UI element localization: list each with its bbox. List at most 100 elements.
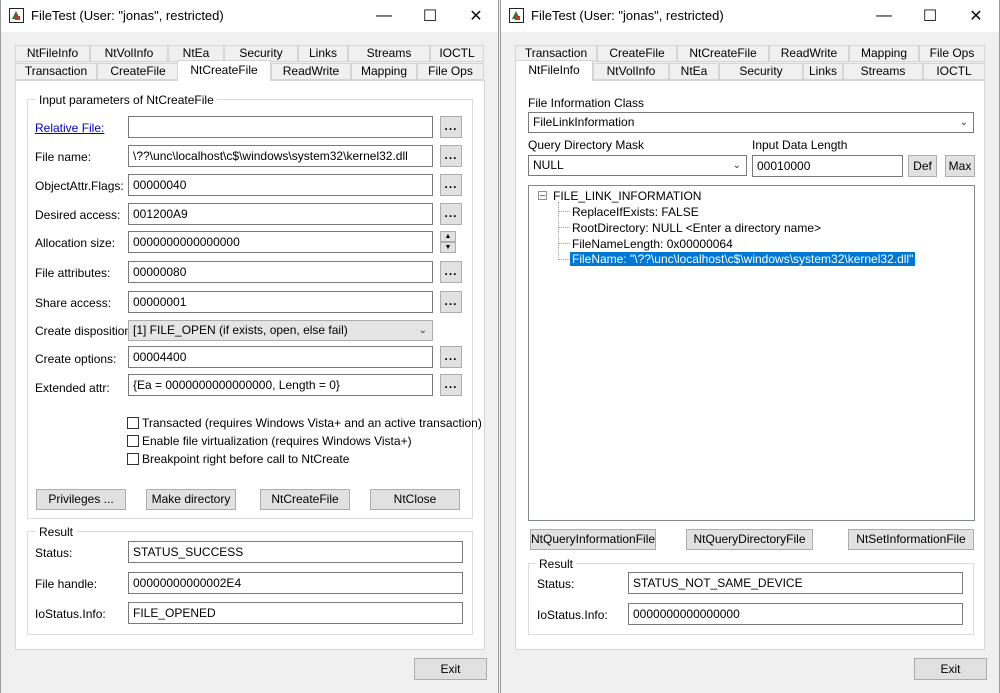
- tab-ntea[interactable]: NtEa: [669, 63, 719, 80]
- desired-access-label: Desired access:: [35, 208, 121, 222]
- input-length-input[interactable]: 00010000: [752, 155, 903, 177]
- file-attributes-input[interactable]: 00000080: [128, 261, 433, 283]
- tree-item-root-directory[interactable]: RootDirectory: NULL <Enter a directory n…: [572, 221, 821, 235]
- close-icon[interactable]: ✕: [953, 0, 999, 32]
- tab-links[interactable]: Links: [298, 45, 348, 62]
- file-info-tree[interactable]: – FILE_LINK_INFORMATION ReplaceIfExists:…: [528, 185, 975, 521]
- iostatus-info-label: IoStatus.Info:: [537, 608, 608, 622]
- transacted-label: Transacted (requires Windows Vista+ and …: [142, 416, 482, 430]
- iostatus-info-value: FILE_OPENED: [128, 602, 463, 624]
- objattr-flags-button[interactable]: ...: [440, 174, 462, 196]
- tab-file-ops[interactable]: File Ops: [417, 63, 484, 80]
- status-label: Status:: [537, 577, 575, 591]
- tab-ntvolinfo[interactable]: NtVolInfo: [593, 63, 669, 80]
- privileges-button[interactable]: Privileges ...: [36, 489, 126, 510]
- extended-attr-button[interactable]: ...: [440, 374, 462, 396]
- share-access-button[interactable]: ...: [440, 291, 462, 313]
- tab-panel: File Information Class FileLinkInformati…: [515, 80, 985, 650]
- file-handle-value: 00000000000002E4: [128, 572, 463, 594]
- tab-streams[interactable]: Streams: [348, 45, 430, 62]
- tab-ntcreatefile[interactable]: NtCreateFile: [677, 45, 769, 62]
- chevron-down-icon: ⌄: [418, 325, 427, 336]
- query-mask-label: Query Directory Mask: [528, 138, 645, 152]
- spin-down-icon[interactable]: ▼: [440, 242, 456, 253]
- relative-file-link[interactable]: Relative File:: [35, 121, 104, 135]
- file-info-class-label: File Information Class: [528, 96, 645, 110]
- tab-ioctl[interactable]: IOCTL: [430, 45, 484, 62]
- tree-item-file-name-length[interactable]: FileNameLength: 0x00000064: [572, 237, 733, 251]
- spin-up-icon[interactable]: ▲: [440, 231, 456, 242]
- file-info-class-value: FileLinkInformation: [533, 115, 635, 129]
- file-attributes-button[interactable]: ...: [440, 261, 462, 283]
- max-button[interactable]: Max: [945, 155, 975, 177]
- query-mask-select[interactable]: NULL ⌄: [528, 155, 747, 176]
- tab-readwrite[interactable]: ReadWrite: [271, 63, 351, 80]
- ntcreatefile-button[interactable]: NtCreateFile: [260, 489, 350, 510]
- tree-item-file-name[interactable]: FileName: "\??\unc\localhost\c$\windows\…: [568, 251, 917, 267]
- nt-query-information-file-button[interactable]: NtQueryInformationFile: [530, 529, 656, 550]
- share-access-input[interactable]: 00000001: [128, 291, 433, 313]
- ntclose-button[interactable]: NtClose: [370, 489, 460, 510]
- virtualization-checkbox[interactable]: [127, 435, 139, 447]
- tab-createfile[interactable]: CreateFile: [97, 63, 179, 80]
- objattr-flags-input[interactable]: 00000040: [128, 174, 433, 196]
- create-disposition-label: Create disposition:: [35, 324, 135, 338]
- title-bar[interactable]: FileTest (User: "jonas", restricted) — ☐…: [1, 0, 498, 32]
- maximize-icon[interactable]: ☐: [907, 0, 953, 32]
- file-name-label: File name:: [35, 150, 92, 164]
- tab-ntvolinfo[interactable]: NtVolInfo: [90, 45, 168, 62]
- file-name-browse-button[interactable]: ...: [440, 145, 462, 167]
- tab-file-ops[interactable]: File Ops: [919, 45, 985, 62]
- tree-item-replace-if-exists[interactable]: ReplaceIfExists: FALSE: [572, 205, 699, 219]
- exit-button[interactable]: Exit: [414, 658, 487, 680]
- create-options-button[interactable]: ...: [440, 346, 462, 368]
- minimize-icon[interactable]: —: [861, 0, 907, 32]
- create-disposition-select[interactable]: [1] FILE_OPEN (if exists, open, else fai…: [128, 320, 433, 341]
- maximize-icon[interactable]: ☐: [407, 0, 453, 32]
- minimize-icon[interactable]: —: [361, 0, 407, 32]
- relative-file-input[interactable]: [128, 116, 433, 138]
- transacted-checkbox[interactable]: [127, 417, 139, 429]
- tab-ntcreatefile[interactable]: NtCreateFile: [177, 60, 271, 81]
- tree-root-item[interactable]: FILE_LINK_INFORMATION: [553, 189, 701, 203]
- title-bar[interactable]: FileTest (User: "jonas", restricted) — ☐…: [501, 0, 999, 32]
- nt-query-directory-file-button[interactable]: NtQueryDirectoryFile: [686, 529, 813, 550]
- extended-attr-input[interactable]: {Ea = 0000000000000000, Length = 0}: [128, 374, 433, 396]
- exit-button[interactable]: Exit: [914, 658, 987, 680]
- make-directory-button[interactable]: Make directory: [146, 489, 236, 510]
- objattr-flags-label: ObjectAttr.Flags:: [35, 179, 124, 193]
- file-info-class-select[interactable]: FileLinkInformation ⌄: [528, 112, 974, 133]
- tab-security[interactable]: Security: [719, 63, 803, 80]
- close-icon[interactable]: ✕: [453, 0, 499, 32]
- tab-mapping[interactable]: Mapping: [849, 45, 919, 62]
- tab-transaction[interactable]: Transaction: [15, 63, 97, 80]
- tab-mapping[interactable]: Mapping: [351, 63, 417, 80]
- tab-streams[interactable]: Streams: [843, 63, 923, 80]
- right-window: FileTest (User: "jonas", restricted) — ☐…: [500, 0, 1000, 693]
- def-button[interactable]: Def: [908, 155, 937, 177]
- tab-links[interactable]: Links: [803, 63, 843, 80]
- virtualization-label: Enable file virtualization (requires Win…: [142, 434, 412, 448]
- breakpoint-label: Breakpoint right before call to NtCreate: [142, 452, 350, 466]
- desired-access-button[interactable]: ...: [440, 203, 462, 225]
- create-options-label: Create options:: [35, 352, 117, 366]
- tab-createfile[interactable]: CreateFile: [597, 45, 677, 62]
- tree-collapse-icon[interactable]: –: [538, 191, 547, 200]
- create-disposition-value: [1] FILE_OPEN (if exists, open, else fai…: [133, 323, 348, 337]
- tab-ntfileinfo[interactable]: NtFileInfo: [15, 45, 90, 62]
- app-icon: [509, 8, 524, 23]
- create-options-input[interactable]: 00004400: [128, 346, 433, 368]
- input-length-label: Input Data Length: [752, 138, 848, 152]
- tree-line: [558, 227, 570, 228]
- allocation-size-input[interactable]: 0000000000000000: [128, 231, 433, 253]
- allocation-size-label: Allocation size:: [35, 236, 116, 250]
- desired-access-input[interactable]: 001200A9: [128, 203, 433, 225]
- tab-readwrite[interactable]: ReadWrite: [769, 45, 849, 62]
- breakpoint-checkbox[interactable]: [127, 453, 139, 465]
- tab-ioctl[interactable]: IOCTL: [923, 63, 985, 80]
- relative-file-browse-button[interactable]: ...: [440, 116, 462, 138]
- tab-ntfileinfo[interactable]: NtFileInfo: [515, 60, 593, 81]
- window-title: FileTest (User: "jonas", restricted): [531, 8, 724, 23]
- file-name-input[interactable]: \??\unc\localhost\c$\windows\system32\ke…: [128, 145, 433, 167]
- nt-set-information-file-button[interactable]: NtSetInformationFile: [848, 529, 974, 550]
